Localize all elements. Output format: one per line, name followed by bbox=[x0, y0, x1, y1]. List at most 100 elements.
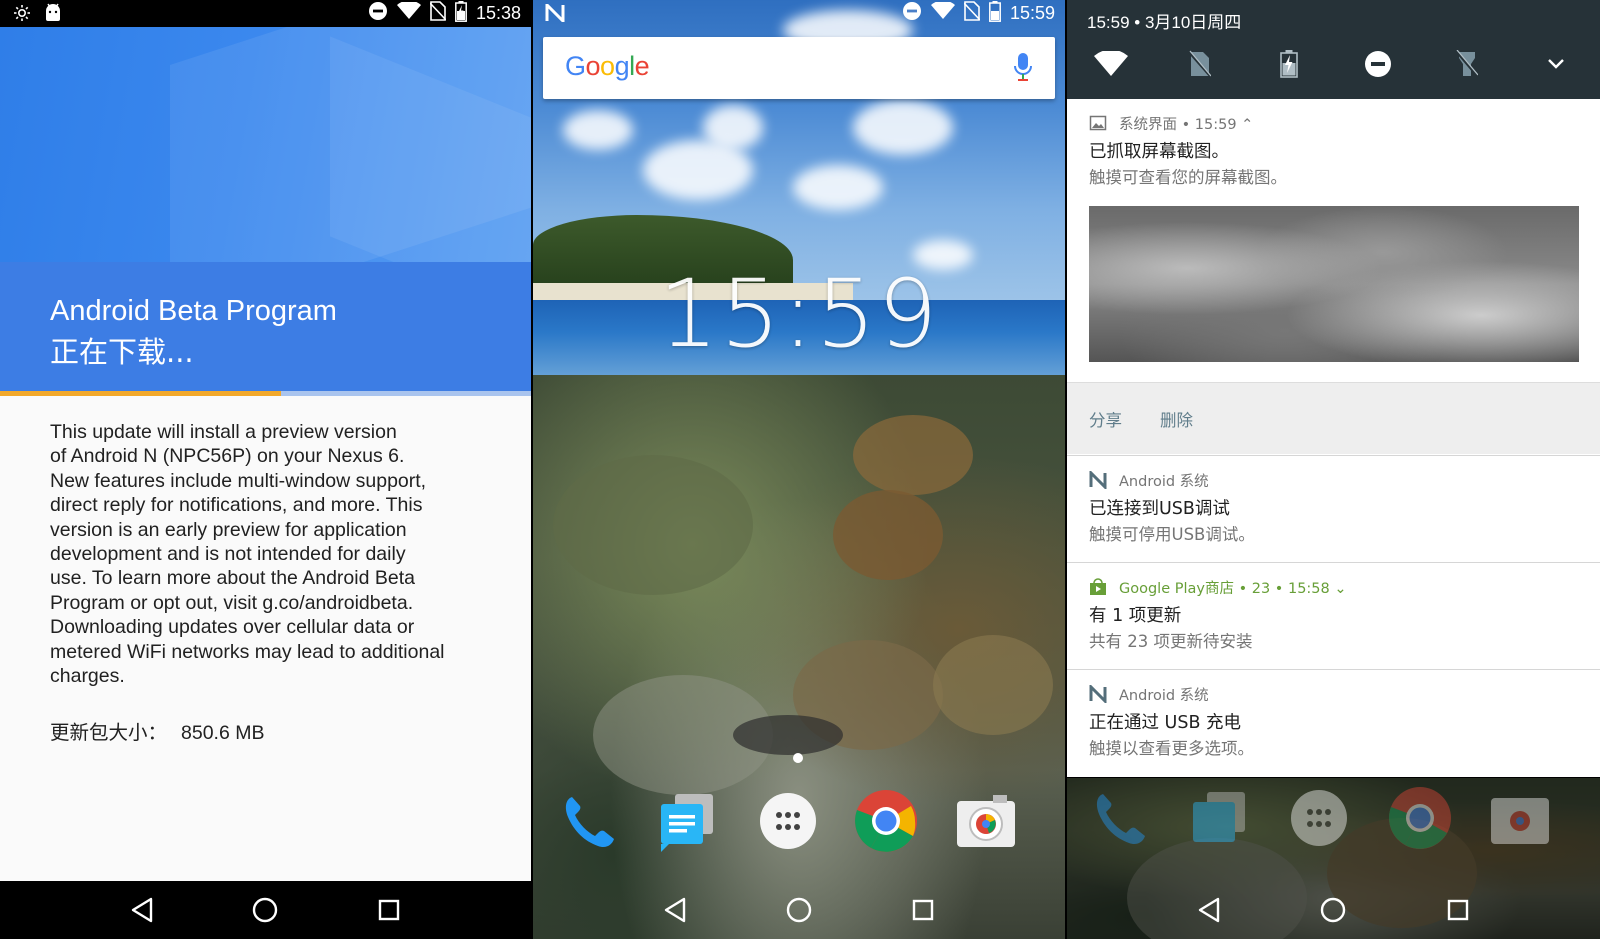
notification-app-name: Android 系统 bbox=[1119, 688, 1209, 704]
description-line: Downloading updates over cellular data o… bbox=[50, 616, 415, 639]
recents-button[interactable] bbox=[371, 892, 407, 928]
notification-text: 触摸可停用USB调试。 bbox=[1089, 525, 1255, 544]
notification-text: 触摸可查看您的屏幕截图。 bbox=[1089, 168, 1287, 187]
update-size-label: 更新包大小： bbox=[50, 722, 168, 744]
camera-icon[interactable] bbox=[953, 788, 1019, 854]
battery-charging-icon[interactable] bbox=[1269, 46, 1309, 82]
description-line: This update will install a preview versi… bbox=[50, 421, 397, 443]
play-store-notification[interactable]: Google Play商店 • 23 • 15:58 ⌄ 有 1 项更新 共有 … bbox=[1067, 563, 1600, 670]
navigation-bar bbox=[533, 881, 1065, 939]
notification-app-name: Android 系统 bbox=[1119, 474, 1209, 490]
back-button[interactable] bbox=[124, 892, 160, 928]
camera-icon bbox=[1491, 798, 1549, 844]
no-sim-icon bbox=[963, 1, 981, 26]
quick-settings-row bbox=[1067, 46, 1600, 82]
navigation-bar bbox=[1067, 881, 1600, 939]
home-button[interactable] bbox=[1315, 892, 1351, 928]
battery-charging-icon bbox=[989, 0, 1001, 27]
home-button[interactable] bbox=[247, 892, 283, 928]
brightness-icon bbox=[13, 4, 31, 27]
description-line: charges. bbox=[50, 665, 125, 688]
delete-button[interactable]: 删除 bbox=[1160, 407, 1193, 431]
expand-icon[interactable] bbox=[1536, 46, 1576, 82]
app-drawer-icon[interactable] bbox=[755, 788, 821, 854]
screenshot-preview[interactable] bbox=[1089, 206, 1579, 362]
android-n-icon bbox=[545, 1, 565, 27]
share-button[interactable]: 分享 bbox=[1089, 407, 1122, 431]
back-button[interactable] bbox=[1191, 892, 1227, 928]
phone-icon bbox=[1096, 794, 1145, 845]
do-not-disturb-icon bbox=[902, 1, 922, 26]
chrome-icon bbox=[1389, 787, 1451, 849]
usb-debugging-notification[interactable]: Android 系统 已连接到USB调试 触摸可停用USB调试。 bbox=[1067, 456, 1600, 563]
home-screen: 15:59 Google 15:59 bbox=[533, 0, 1065, 939]
notification-title: 正在通过 USB 充电 bbox=[1089, 713, 1242, 733]
description-line: version is an early preview for applicat… bbox=[50, 518, 407, 541]
messages-icon bbox=[1193, 792, 1245, 842]
notification-list: 系统界面 • 15:59 ⌃ 已抓取屏幕截图。 触摸可查看您的屏幕截图。 分享 … bbox=[1067, 99, 1600, 777]
google-search-bar[interactable]: Google bbox=[543, 37, 1055, 99]
chrome-icon[interactable] bbox=[853, 788, 919, 854]
flashlight-off-icon[interactable] bbox=[1447, 46, 1487, 82]
notification-title: 已抓取屏幕截图。 bbox=[1089, 142, 1229, 162]
wifi-icon bbox=[930, 0, 955, 25]
notification-text: 触摸以查看更多选项。 bbox=[1089, 739, 1254, 758]
usb-charging-notification[interactable]: Android 系统 正在通过 USB 充电 触摸以查看更多选项。 bbox=[1067, 670, 1600, 777]
beta-download-screen: 15:38 Android Beta Program 正在下载... This … bbox=[0, 0, 531, 939]
status-bar: 15:59 bbox=[533, 0, 1065, 27]
back-button[interactable] bbox=[657, 892, 693, 928]
page-indicator bbox=[793, 753, 803, 763]
update-description: This update will install a preview versi… bbox=[50, 420, 480, 688]
progress-fill bbox=[0, 391, 282, 396]
notification-actions: 分享 删除 bbox=[1067, 382, 1600, 454]
update-size: 更新包大小： 850.6 MB bbox=[50, 716, 264, 745]
app-drawer-icon bbox=[1291, 790, 1347, 846]
title-block: Android Beta Program 正在下载... bbox=[0, 262, 531, 391]
android-debug-icon bbox=[44, 3, 62, 28]
wifi-icon[interactable] bbox=[1091, 46, 1131, 82]
messages-icon[interactable] bbox=[653, 788, 719, 854]
android-n-icon bbox=[1089, 471, 1107, 489]
navigation-bar bbox=[0, 881, 531, 939]
hero-banner bbox=[0, 27, 531, 262]
page-title: Android Beta Program bbox=[50, 295, 337, 327]
play-store-icon bbox=[1090, 578, 1106, 595]
status-time: 15:38 bbox=[475, 3, 521, 23]
description-line: development and is not intended for dail… bbox=[50, 543, 406, 566]
notification-text: 共有 23 项更新待安装 bbox=[1089, 632, 1253, 651]
download-progress-bar bbox=[0, 391, 531, 396]
dimmed-dock bbox=[1067, 787, 1600, 858]
wifi-icon bbox=[396, 0, 421, 25]
home-button[interactable] bbox=[781, 892, 817, 928]
description-line: of Android N (NPC56P) on your Nexus 6. bbox=[50, 445, 405, 468]
do-not-disturb-icon bbox=[368, 1, 388, 26]
clock-widget[interactable]: 15:59 bbox=[533, 260, 1065, 369]
description-line: use. To learn more about the Android Bet… bbox=[50, 567, 415, 590]
notification-app-name: 系统界面 • 15:59 ⌃ bbox=[1119, 117, 1254, 133]
description-line: direct reply for notifications, and more… bbox=[50, 494, 423, 517]
microphone-icon[interactable] bbox=[1013, 53, 1033, 83]
app-dock bbox=[533, 788, 1065, 858]
no-sim-icon bbox=[429, 1, 447, 26]
no-sim-icon[interactable] bbox=[1180, 46, 1220, 82]
description-line: Program or opt out, visit g.co/androidbe… bbox=[50, 591, 414, 614]
notification-title: 已连接到USB调试 bbox=[1089, 499, 1230, 519]
phone-icon[interactable] bbox=[555, 788, 621, 854]
recents-button[interactable] bbox=[905, 892, 941, 928]
screenshot-notification[interactable]: 系统界面 • 15:59 ⌃ 已抓取屏幕截图。 触摸可查看您的屏幕截图。 分享 … bbox=[1067, 99, 1600, 456]
notification-app-name: Google Play商店 • 23 • 15:58 ⌄ bbox=[1119, 581, 1347, 597]
recents-button[interactable] bbox=[1440, 892, 1476, 928]
do-not-disturb-icon[interactable] bbox=[1358, 46, 1398, 82]
android-n-icon bbox=[1089, 685, 1107, 703]
status-time: 15:59 bbox=[1009, 3, 1055, 23]
notification-title: 有 1 项更新 bbox=[1089, 606, 1182, 626]
notification-shade: 15:59 • 3月10日周四 系统界面 • 15:59 ⌃ 已抓取屏幕截图。 … bbox=[1067, 0, 1600, 939]
update-size-value: 850.6 MB bbox=[181, 722, 265, 744]
shade-datetime: 15:59 • 3月10日周四 bbox=[1087, 13, 1242, 32]
download-status: 正在下载... bbox=[50, 335, 194, 369]
status-bar: 15:38 bbox=[0, 0, 531, 27]
image-icon bbox=[1089, 115, 1107, 131]
battery-charging-icon bbox=[455, 0, 467, 27]
description-line: metered WiFi networks may lead to additi… bbox=[50, 640, 445, 663]
description-line: New features include multi-window suppor… bbox=[50, 469, 427, 492]
